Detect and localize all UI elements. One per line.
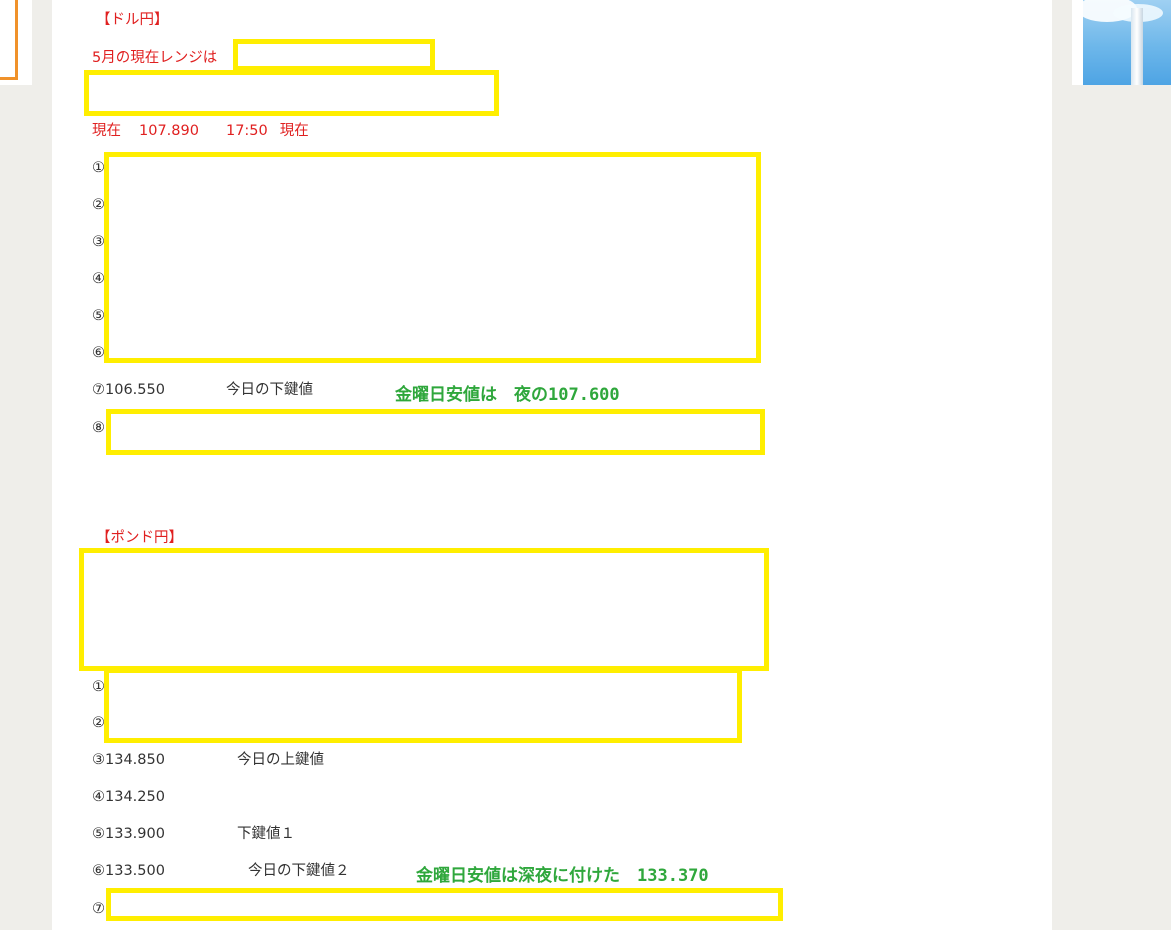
- pound-level-3-price: ③134.850: [92, 752, 165, 768]
- current-suffix: 現在: [279, 123, 309, 139]
- level-marker-8: ⑧: [92, 420, 105, 436]
- section-heading-dollar-yen: 【ドル円】: [96, 12, 169, 28]
- range-label: 5月の現在レンジは: [92, 50, 218, 66]
- right-sidebar-banner[interactable]: [1072, 0, 1171, 85]
- pound-level-5-note: 下鍵値１: [237, 826, 295, 842]
- redacted-range-box: [233, 39, 435, 71]
- left-sidebar-card: [0, 0, 32, 85]
- redacted-summary-box: [84, 70, 499, 116]
- redacted-levels-box: [104, 152, 761, 363]
- current-time: 17:50: [225, 123, 268, 139]
- pound-level-5-price: ⑤133.900: [92, 826, 165, 842]
- friday-low-annotation-pound: 金曜日安値は深夜に付けた 133.370: [416, 866, 709, 886]
- section-heading-pound-yen: 【ポンド円】: [96, 530, 183, 546]
- friday-low-annotation-dollar: 金曜日安値は 夜の107.600: [395, 385, 620, 405]
- current-price-line: 現在 107.890 17:50 現在: [92, 121, 309, 141]
- current-label: 現在: [92, 123, 121, 139]
- redacted-pound-summary-box: [79, 548, 769, 671]
- redacted-level-8-box: [106, 409, 765, 455]
- pound-level-4-price: ④134.250: [92, 789, 165, 805]
- orange-frame-accent: [0, 0, 18, 80]
- level-7-note: 今日の下鍵値: [226, 382, 313, 398]
- pound-level-6-note: 今日の下鍵値２: [248, 863, 350, 879]
- pound-level-marker-7: ⑦: [92, 901, 105, 917]
- redacted-pound-levels-box: [104, 668, 742, 743]
- pound-level-3-note: 今日の上鍵値: [237, 752, 324, 768]
- pillar-shape: [1131, 8, 1143, 85]
- current-price: 107.890: [139, 123, 199, 139]
- redacted-pound-level-7-box: [106, 888, 783, 921]
- pound-level-6-price: ⑥133.500: [92, 863, 165, 879]
- level-7-price: ⑦106.550: [92, 382, 165, 398]
- sky-banner-image[interactable]: [1083, 0, 1171, 85]
